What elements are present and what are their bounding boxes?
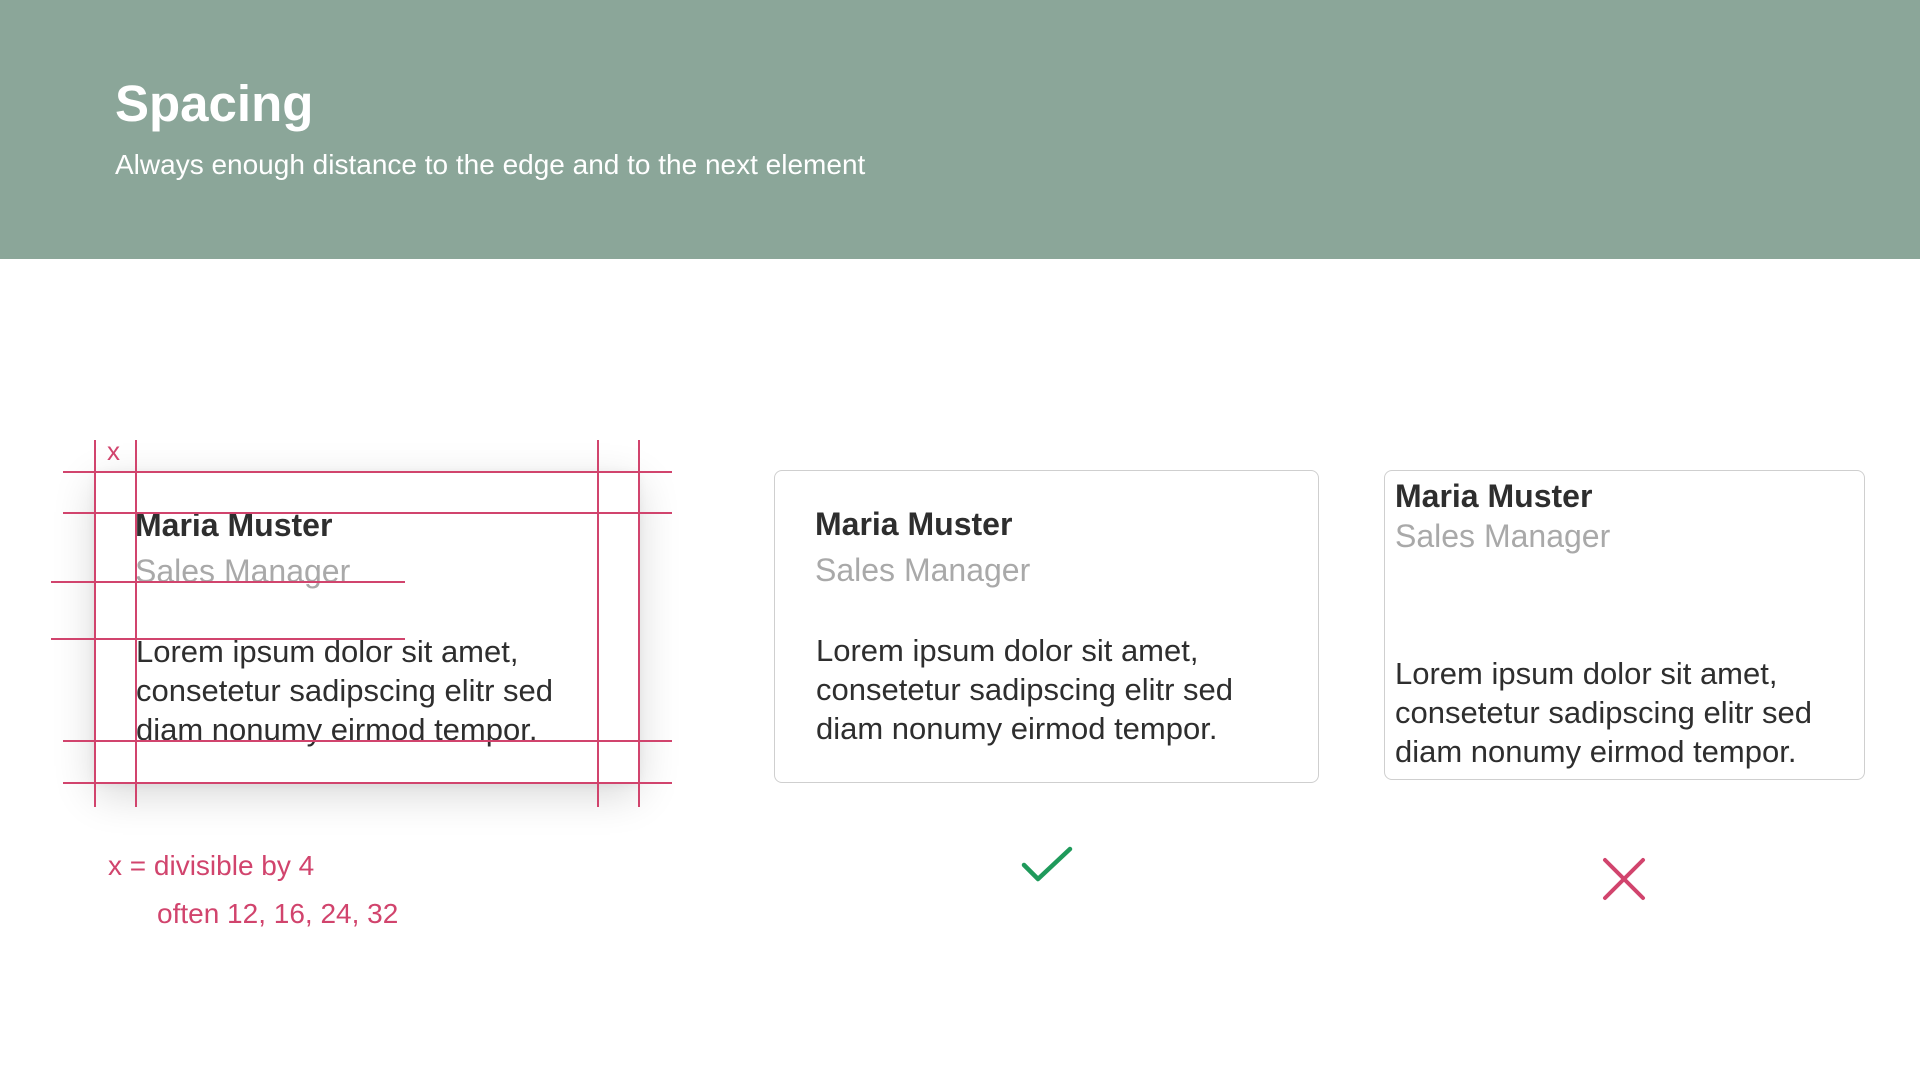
correct-card-body-line-3: diam nonumy eirmod tempor. [816,711,1218,746]
incorrect-card-role: Sales Manager [1395,518,1611,554]
incorrect-card-name: Maria Muster [1395,478,1593,514]
spacing-x-label: x [107,436,120,466]
spacing-examples-note: often 12, 16, 24, 32 [157,898,399,929]
guide-line-vertical [597,440,599,807]
incorrect-card-body-line-2: consetetur sadipscing elitr sed [1395,695,1813,730]
guide-card-body-line-3: diam nonumy eirmod tempor. [136,712,538,747]
correct-card-name: Maria Muster [815,506,1013,542]
cross-icon [1603,858,1645,900]
guide-line-horizontal [51,581,405,583]
guide-line-horizontal [63,782,672,784]
guide-line-vertical [135,440,137,807]
guide-line-vertical [638,440,640,807]
correct-card-body-line-1: Lorem ipsum dolor sit amet, [816,633,1199,668]
correct-card-body-line-2: consetetur sadipscing elitr sed [816,672,1234,707]
guide-line-horizontal [63,471,672,473]
header-banner: Spacing Always enough distance to the ed… [0,0,1920,259]
correct-card-role: Sales Manager [815,552,1031,588]
incorrect-card-body-line-1: Lorem ipsum dolor sit amet, [1395,656,1778,691]
correct-card: Maria Muster Sales Manager Lorem ipsum d… [774,470,1319,783]
page-title: Spacing [115,75,314,132]
guide-line-horizontal [51,638,405,640]
guide-line-horizontal [63,740,672,742]
incorrect-card-body-line-3: diam nonumy eirmod tempor. [1395,734,1797,769]
page-subtitle: Always enough distance to the edge and t… [115,149,866,180]
incorrect-card: Maria Muster Sales Manager Lorem ipsum d… [1384,470,1865,780]
checkmark-icon [1021,846,1073,882]
guide-line-horizontal [63,512,672,514]
guide-card-role: Sales Manager [135,553,351,589]
spacing-rule-note: x = divisible by 4 [108,850,315,881]
guide-line-vertical [94,440,96,807]
guide-card-body-line-2: consetetur sadipscing elitr sed [136,673,554,708]
